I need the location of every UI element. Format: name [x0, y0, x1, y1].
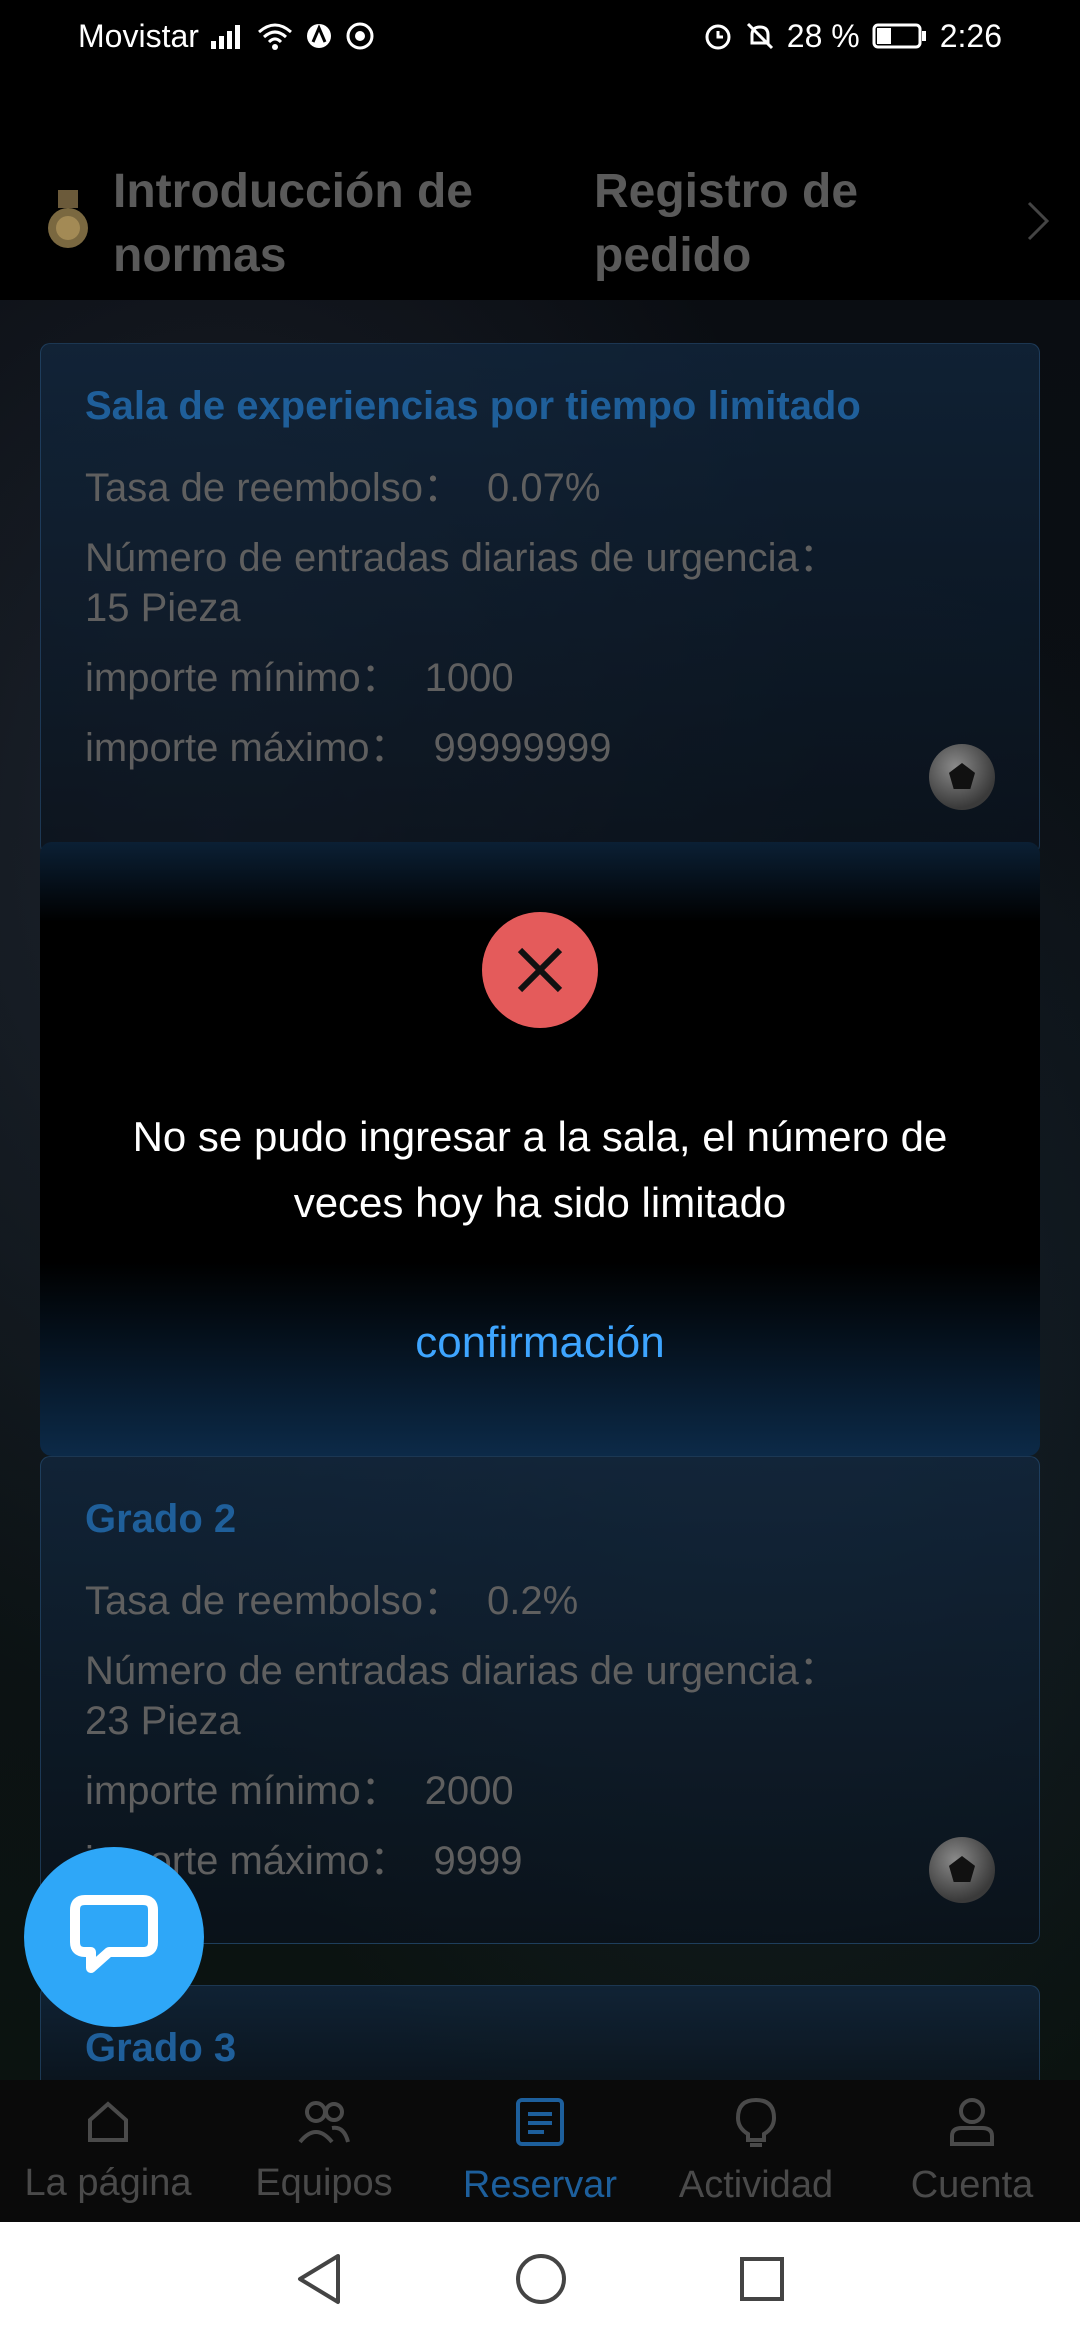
whatsapp-icon	[345, 21, 375, 51]
nav-account[interactable]: Cuenta	[864, 2080, 1080, 2222]
carrier-label: Movistar	[78, 17, 199, 54]
card-row: Número de entradas diarias de urgencia： 2…	[85, 1649, 839, 1743]
system-nav-bar	[0, 2222, 1080, 2340]
card-row: importe mínimo： 1000	[85, 656, 514, 700]
user-icon	[948, 2096, 996, 2158]
status-bar: Movistar 28 % 2:26	[0, 0, 1080, 72]
vpn-icon	[305, 22, 333, 50]
wifi-icon	[257, 22, 293, 50]
chat-bubble-icon	[69, 1892, 159, 1983]
recents-icon[interactable]	[738, 2255, 786, 2308]
signal-icon	[210, 23, 245, 49]
home-icon	[84, 2098, 132, 2156]
room-card[interactable]: Grado 2 Tasa de reembolso： 0.2% Número de…	[40, 1456, 1040, 1944]
card-row: importe máximo： 9999	[85, 1839, 523, 1883]
card-row: importe mínimo： 2000	[85, 1769, 514, 1813]
battery-icon	[872, 22, 928, 50]
card-title: Sala de experiencias por tiempo limitado	[85, 384, 861, 428]
battery-percent: 28 %	[786, 17, 860, 54]
room-card[interactable]: Sala de experiencias por tiempo limitado…	[40, 343, 1040, 855]
card-row: Tasa de reembolso： 0.2%	[85, 1579, 579, 1623]
tab-orders[interactable]: Registro de pedido	[594, 160, 954, 288]
card-row: Tasa de reembolso： 0.07%	[85, 466, 601, 510]
alarm-icon	[703, 21, 733, 51]
confirm-button[interactable]: confirmación	[40, 1318, 1040, 1368]
tab-rules[interactable]: Introducción de normas	[113, 160, 513, 288]
soccer-ball-icon	[929, 744, 995, 810]
list-icon	[514, 2096, 566, 2158]
nav-activity[interactable]: Actividad	[648, 2080, 864, 2222]
card-title: Grado 2	[85, 1497, 237, 1541]
nav-reserve[interactable]: Reservar	[432, 2080, 648, 2222]
medal-icon	[44, 190, 92, 254]
dialog-message: No se pudo ingresar a la sala, el número…	[132, 1113, 948, 1226]
chat-button[interactable]	[24, 1847, 204, 2027]
bulb-icon	[734, 2096, 778, 2158]
back-icon[interactable]	[294, 2252, 344, 2311]
error-dialog: No se pudo ingresar a la sala, el número…	[40, 842, 1040, 1456]
top-tabs: Introducción de normas Registro de pedid…	[0, 150, 1080, 290]
card-row: importe máximo： 99999999	[85, 726, 612, 770]
home-circle-icon[interactable]	[514, 2252, 568, 2311]
bottom-nav: La página Equipos Reservar Actividad Cue…	[0, 2080, 1080, 2222]
nav-teams[interactable]: Equipos	[216, 2080, 432, 2222]
chevron-right-icon[interactable]	[1026, 200, 1050, 247]
card-title: Grado 3	[85, 2026, 237, 2070]
soccer-ball-icon	[929, 1837, 995, 1903]
clock: 2:26	[939, 17, 1002, 54]
card-row: Número de entradas diarias de urgencia： 1…	[85, 536, 839, 630]
team-icon	[296, 2098, 352, 2156]
close-icon	[482, 912, 598, 1028]
nav-home[interactable]: La página	[0, 2080, 216, 2222]
mute-notifications-icon	[745, 21, 775, 51]
